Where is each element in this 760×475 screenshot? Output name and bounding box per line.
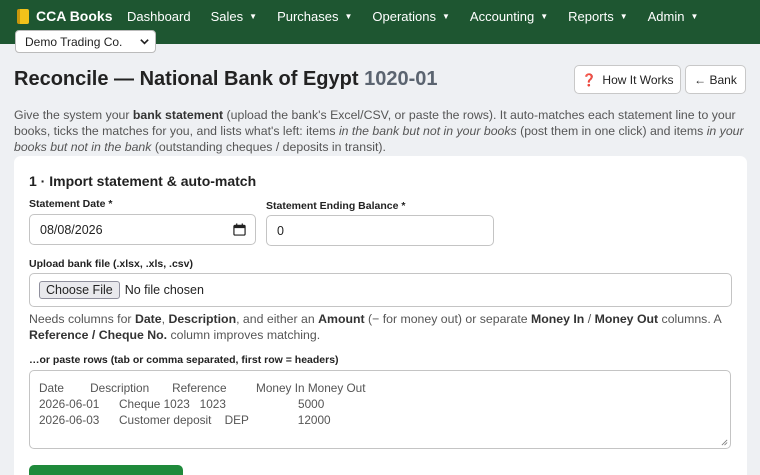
nav-reports[interactable]: Reports ▼ [568, 9, 627, 24]
company-select[interactable]: Demo Trading Co. [15, 30, 156, 53]
question-icon: ❓ [581, 72, 597, 87]
chevron-down-icon [140, 39, 149, 45]
main-nav: Dashboard Sales ▼ Purchases ▼ Operations ▼ … [127, 7, 718, 25]
nav-admin[interactable]: Admin ▼ [648, 9, 699, 24]
ending-balance-label: Statement Ending Balance * [266, 200, 406, 212]
nav-label: Purchases [277, 8, 339, 24]
nav-label: Operations [372, 8, 436, 24]
nav-purchases[interactable]: Purchases ▼ [277, 9, 352, 24]
help-part: / [584, 312, 595, 326]
statement-date-input[interactable]: 08/08/2026 [29, 214, 256, 245]
nav-label: Reports [568, 8, 614, 24]
top-navbar: CCA Books Dashboard Sales ▼ Purchases ▼ Op… [0, 0, 760, 53]
help-bold: Description [168, 312, 237, 326]
how-it-works-label: How It Works [602, 72, 674, 87]
brand-name: CCA Books [36, 8, 113, 24]
nav-label: Accounting [469, 8, 535, 24]
caret-down-icon: ▼ [690, 11, 699, 21]
nav-label: Dashboard [127, 8, 191, 24]
intro-text: Give the system your bank statement (upl… [14, 107, 748, 155]
nav-label: Sales [210, 8, 244, 24]
caret-down-icon: ▼ [540, 11, 549, 21]
upload-label: Upload bank file (.xlsx, .xls, .csv) [29, 258, 193, 270]
ending-balance-value: 0 [277, 223, 284, 238]
nav-sales[interactable]: Sales ▼ [211, 9, 257, 24]
page-title: Reconcile — National Bank of Egypt 1020-… [14, 68, 437, 91]
help-bold: Amount [318, 312, 365, 326]
back-to-bank-button[interactable]: ← Bank [685, 65, 746, 94]
caret-down-icon: ▼ [442, 11, 450, 21]
card-title: 1 · Import statement & auto-match [29, 173, 257, 189]
resize-grip-icon[interactable] [721, 439, 728, 446]
ending-balance-input[interactable]: 0 [266, 215, 494, 246]
back-to-bank-label: ← Bank [694, 72, 737, 87]
nav-operations[interactable]: Operations ▼ [372, 9, 450, 24]
caret-down-icon: ▼ [619, 11, 628, 21]
nav-accounting[interactable]: Accounting ▼ [470, 9, 548, 24]
help-part: column improves matching. [167, 328, 321, 342]
intro-part: (outstanding cheques / deposits in trans… [151, 140, 386, 154]
paste-rows-placeholder: Date Description Reference Money In Mone… [39, 381, 366, 427]
help-bold: Date [134, 312, 162, 326]
help-part: Needs columns for [29, 312, 135, 326]
file-upload-input[interactable]: Choose File No file chosen [29, 273, 732, 307]
brand-logo[interactable]: CCA Books [17, 7, 113, 25]
ledger-book-icon [17, 8, 29, 24]
page-title-text: Reconcile — National Bank of Egypt [14, 68, 359, 90]
intro-part: (post them in one click) and items [516, 124, 707, 138]
help-part: , and either an [236, 312, 319, 326]
how-it-works-button[interactable]: ❓ How It Works [574, 65, 681, 94]
caret-down-icon: ▼ [344, 11, 353, 21]
help-bold: Reference / Cheque No. [29, 328, 168, 342]
nav-dashboard[interactable]: Dashboard [127, 9, 191, 24]
company-select-value: Demo Trading Co. [25, 34, 123, 49]
choose-file-button[interactable]: Choose File [39, 281, 120, 299]
calendar-icon[interactable] [233, 223, 246, 236]
nav-label: Admin [647, 8, 685, 24]
no-file-text: No file chosen [124, 283, 204, 297]
help-bold: Money Out [594, 312, 659, 326]
account-code: 1020-01 [364, 68, 438, 90]
help-part: (− for money out) or separate [364, 312, 532, 326]
upload-help-text: Needs columns for Date, Description, and… [29, 311, 729, 343]
help-bold: Money In [531, 312, 585, 326]
caret-down-icon: ▼ [249, 11, 258, 21]
statement-date-value: 08/08/2026 [40, 222, 103, 237]
statement-date-label: Statement Date * [29, 198, 113, 210]
paste-rows-label: …or paste rows (tab or comma separated, … [29, 354, 339, 366]
help-part: columns. A [658, 312, 722, 326]
intro-italic: in the bank but not in your books [338, 124, 517, 138]
paste-rows-textarea[interactable]: Date Description Reference Money In Mone… [29, 370, 731, 449]
import-card: 1 · Import statement & auto-match Statem… [14, 156, 747, 475]
intro-bold: bank statement [132, 108, 224, 122]
import-match-button[interactable] [29, 465, 183, 475]
intro-part: Give the system your [14, 108, 133, 122]
